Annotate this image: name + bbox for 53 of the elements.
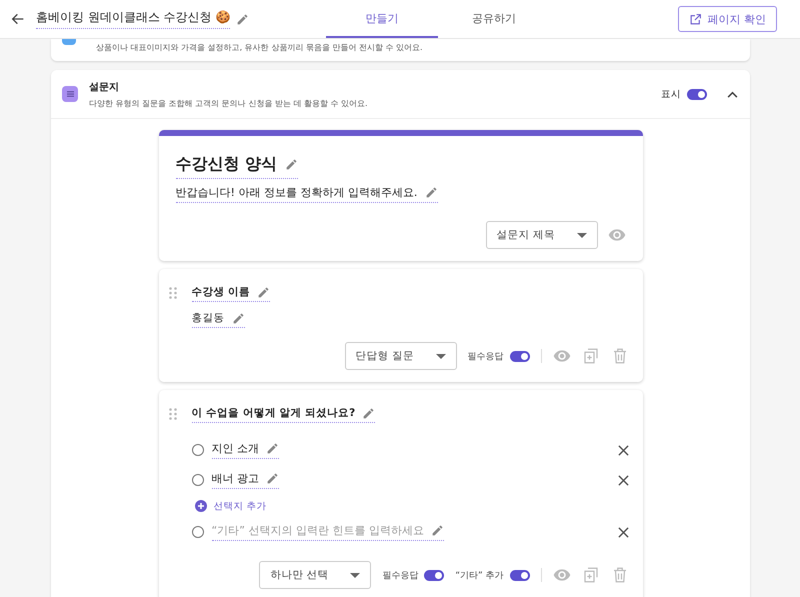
list-icon <box>62 86 78 102</box>
pencil-icon[interactable] <box>430 524 444 537</box>
title-style-dropdown[interactable]: 설문지 제목 <box>486 221 598 249</box>
pencil-icon[interactable] <box>266 442 279 455</box>
caret-icon <box>436 354 446 358</box>
page-title[interactable]: 홈베이킹 원데이클래스 수강신청 🍪 <box>36 9 230 29</box>
question-type-dropdown[interactable]: 하나만 선택 <box>259 561 372 589</box>
toggle-switch[interactable] <box>687 88 707 100</box>
add-option-button[interactable]: 선택지 추가 <box>194 495 628 517</box>
form-title: 수강신청 양식 <box>176 154 278 175</box>
preview-page-button[interactable]: 페이지 확인 <box>678 6 777 32</box>
radio-button[interactable] <box>192 444 204 456</box>
back-arrow-icon[interactable] <box>10 11 26 27</box>
toggle-switch[interactable] <box>510 570 530 580</box>
external-link-icon <box>688 12 702 26</box>
section-description: 다양한 유형의 질문을 조합해 고객의 문의나 신청을 받는 데 활용할 수 있어요. <box>89 98 368 108</box>
radio-button[interactable] <box>192 474 204 486</box>
caret-icon <box>350 572 360 578</box>
option-label: 지인 소개 <box>212 441 259 456</box>
sample-answer: 홍길동 <box>192 311 224 325</box>
section-title: 설문지 <box>89 80 120 94</box>
pencil-icon[interactable] <box>425 186 438 199</box>
chevron-up-icon[interactable] <box>727 90 738 98</box>
question-title: 이 수업을 어떻게 알게 되셨나요? <box>192 406 356 420</box>
card-description: 상품이나 대표이미지와 가격을 설정하고, 유사한 상품끼리 묶음을 만들어 전시할 수 있어요. <box>96 42 423 53</box>
drag-handle-icon[interactable] <box>168 287 176 299</box>
question-title: 수강생 이름 <box>192 285 250 299</box>
display-label: 표시 <box>661 88 681 100</box>
toggle-switch[interactable] <box>424 570 444 580</box>
close-icon[interactable] <box>618 444 628 456</box>
close-icon[interactable] <box>618 474 628 486</box>
pencil-icon[interactable] <box>266 472 279 485</box>
pencil-icon[interactable] <box>285 158 298 171</box>
other-option-hint: “기타” 선택지의 입력란 힌트를 입력하세요 <box>212 523 424 538</box>
pencil-icon[interactable] <box>236 12 250 26</box>
plus-circle-icon <box>194 500 206 512</box>
duplicate-icon[interactable] <box>582 347 600 365</box>
tab[interactable]: 공유하기 <box>438 0 550 38</box>
duplicate-icon[interactable] <box>582 566 600 584</box>
toggle-switch[interactable] <box>510 350 530 362</box>
drag-handle-icon[interactable] <box>168 408 176 420</box>
close-icon[interactable] <box>618 526 628 538</box>
caret-icon <box>576 232 586 238</box>
required-label: 필수응답 <box>468 350 504 362</box>
question-type-dropdown[interactable]: 단답형 질문 <box>344 342 456 370</box>
pencil-icon[interactable] <box>362 406 376 420</box>
form-description: 반갑습니다! 아래 정보를 정확하게 입력해주세요. <box>176 185 418 200</box>
pencil-icon[interactable] <box>232 312 244 324</box>
radio-button[interactable] <box>192 526 204 538</box>
add-other-label: “기타” 추가 <box>455 570 504 582</box>
pencil-icon[interactable] <box>257 286 270 298</box>
option-label: 배너 광고 <box>212 471 259 486</box>
required-label: 필수응답 <box>382 570 418 582</box>
